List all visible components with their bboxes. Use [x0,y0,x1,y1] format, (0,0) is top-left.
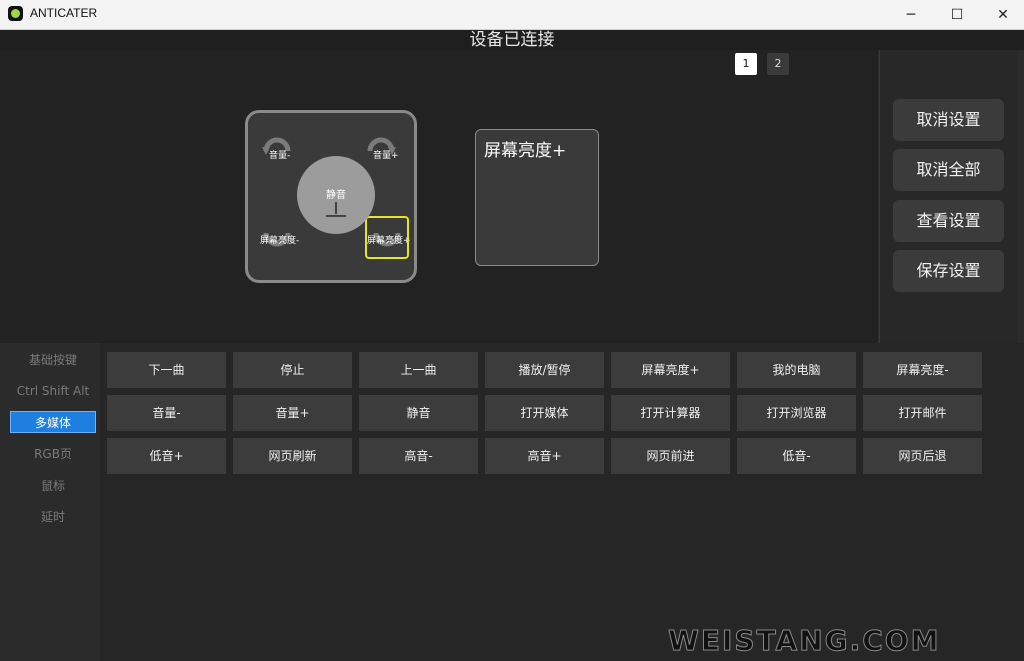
function-key[interactable]: 打开浏览器 [737,395,856,431]
function-key[interactable]: 屏幕亮度- [863,352,982,388]
function-key[interactable]: 停止 [233,352,352,388]
connection-status: 设备已连接 [0,30,1024,50]
sidebar-item-modifiers[interactable]: Ctrl Shift Alt [10,380,96,402]
function-key[interactable]: 播放/暂停 [485,352,604,388]
function-keys-panel: 下一曲 停止 上一曲 播放/暂停 屏幕亮度+ 我的电脑 屏幕亮度- 音量- 音量… [100,343,1024,661]
category-sidebar: 基础按键 Ctrl Shift Alt 多媒体 RGB页 鼠标 延时 [0,343,100,661]
minimize-button[interactable]: ─ [888,0,934,29]
function-key[interactable]: 打开计算器 [611,395,730,431]
selected-key-highlight[interactable] [365,216,409,259]
maximize-button[interactable]: ☐ [934,0,980,29]
cancel-setting-button[interactable]: 取消设置 [893,99,1004,141]
app-title: ANTICATER [30,6,98,20]
page-button-1[interactable]: 1 [735,53,757,75]
title-bar: ANTICATER ─ ☐ ✕ [0,0,1024,30]
function-key[interactable]: 打开邮件 [863,395,982,431]
sidebar-item-mouse[interactable]: 鼠标 [10,475,96,497]
function-key[interactable]: 音量+ [233,395,352,431]
save-settings-button[interactable]: 保存设置 [893,250,1004,292]
watermark: WEISTANG.COM [667,624,941,658]
view-settings-button[interactable]: 查看设置 [893,200,1004,242]
knob[interactable]: 静音 [297,156,375,234]
key-volume-up[interactable]: 音量+ [373,148,399,161]
function-key[interactable]: 我的电脑 [737,352,856,388]
function-key[interactable]: 网页后退 [863,438,982,474]
close-button[interactable]: ✕ [980,0,1024,29]
device-area [0,50,878,343]
page-button-2[interactable]: 2 [767,53,789,75]
sidebar-item-delay[interactable]: 延时 [10,506,96,528]
sidebar-item-multimedia[interactable]: 多媒体 [10,411,96,433]
function-key[interactable]: 静音 [359,395,478,431]
key-brightness-down[interactable]: 屏幕亮度- [260,233,299,246]
function-key[interactable]: 高音- [359,438,478,474]
knob-label: 静音 [326,190,346,201]
device-keypad: 音量- 音量+ 屏幕亮度- 屏幕亮度+ 静音 [245,110,417,283]
preview-label: 屏幕亮度+ [484,141,567,161]
function-key[interactable]: 下一曲 [107,352,226,388]
sidebar-item-rgb[interactable]: RGB页 [10,443,96,465]
function-key[interactable]: 打开媒体 [485,395,604,431]
function-key[interactable]: 上一曲 [359,352,478,388]
press-down-icon [326,202,346,217]
key-volume-down[interactable]: 音量- [269,148,290,161]
cancel-all-button[interactable]: 取消全部 [893,149,1004,191]
function-key[interactable]: 低音- [737,438,856,474]
function-key[interactable]: 网页刷新 [233,438,352,474]
app-logo-icon [8,6,23,21]
function-key[interactable]: 网页前进 [611,438,730,474]
function-key[interactable]: 音量- [107,395,226,431]
sidebar-item-basic-keys[interactable]: 基础按键 [10,349,96,371]
function-key[interactable]: 高音+ [485,438,604,474]
key-preview: 屏幕亮度+ [475,129,599,266]
function-key[interactable]: 屏幕亮度+ [611,352,730,388]
action-panel [879,50,1017,343]
function-key[interactable]: 低音+ [107,438,226,474]
